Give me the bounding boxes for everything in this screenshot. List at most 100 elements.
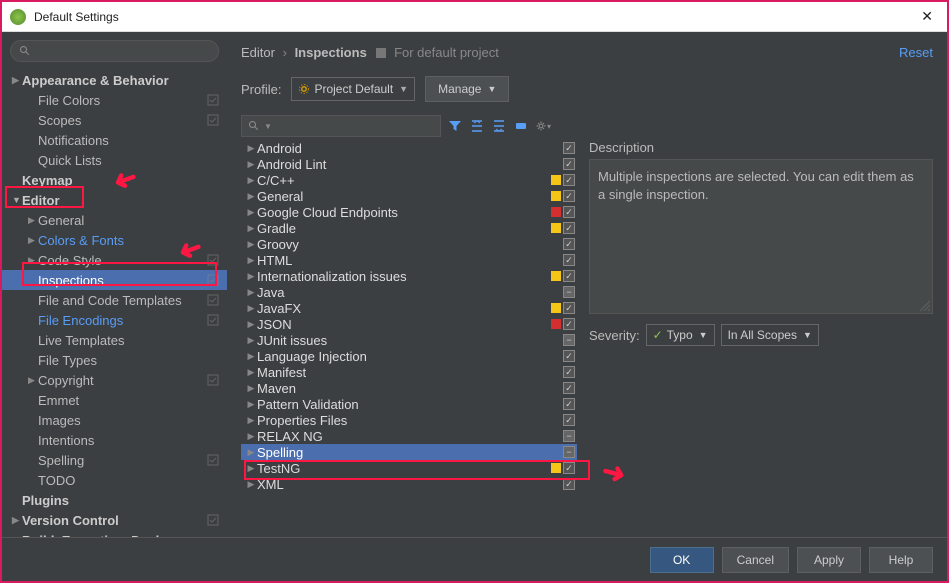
- sidebar-item-scopes[interactable]: Scopes: [2, 110, 227, 130]
- help-button[interactable]: Help: [869, 547, 933, 573]
- inspection-checkbox[interactable]: [563, 286, 575, 298]
- sidebar-item-editor[interactable]: ▼Editor: [2, 190, 227, 210]
- expand-all-icon[interactable]: [469, 118, 485, 134]
- sidebar-item-inspections[interactable]: Inspections: [2, 270, 227, 290]
- inspection-item-properties-files[interactable]: ▶Properties Files: [241, 412, 577, 428]
- inspection-item-java[interactable]: ▶Java: [241, 284, 577, 300]
- sidebar-item-images[interactable]: Images: [2, 410, 227, 430]
- inspection-checkbox[interactable]: [563, 174, 575, 186]
- reset-link[interactable]: Reset: [899, 45, 933, 60]
- inspection-checkbox[interactable]: [563, 398, 575, 410]
- chevron-down-icon: ▼: [803, 330, 812, 340]
- reset-defaults-icon[interactable]: [513, 118, 529, 134]
- inspection-item-language-injection[interactable]: ▶Language Injection: [241, 348, 577, 364]
- inspection-item-xml[interactable]: ▶XML: [241, 476, 577, 492]
- scope-select[interactable]: In All Scopes ▼: [721, 324, 819, 346]
- inspection-item-json[interactable]: ▶JSON: [241, 316, 577, 332]
- sidebar-item-intentions[interactable]: Intentions: [2, 430, 227, 450]
- manage-button[interactable]: Manage ▼: [425, 76, 509, 102]
- sidebar-item-appearance-behavior[interactable]: ▶Appearance & Behavior: [2, 70, 227, 90]
- sidebar-item-code-style[interactable]: ▶Code Style: [2, 250, 227, 270]
- profile-select[interactable]: Project Default ▼: [291, 77, 415, 101]
- inspection-checkbox[interactable]: [563, 206, 575, 218]
- chevron-down-icon: ▼: [264, 122, 272, 131]
- sidebar-item-colors-fonts[interactable]: ▶Colors & Fonts: [2, 230, 227, 250]
- filter-icon[interactable]: [447, 118, 463, 134]
- project-scope-icon: [207, 374, 219, 386]
- sidebar-item-plugins[interactable]: Plugins: [2, 490, 227, 510]
- inspection-checkbox[interactable]: [563, 350, 575, 362]
- inspection-item-html[interactable]: ▶HTML: [241, 252, 577, 268]
- scope-value: In All Scopes: [728, 328, 797, 342]
- ok-button[interactable]: OK: [650, 547, 714, 573]
- settings-gear-icon[interactable]: ▾: [535, 118, 551, 134]
- tree-arrow-icon: ▶: [245, 479, 257, 490]
- inspection-checkbox[interactable]: [563, 238, 575, 250]
- apply-button[interactable]: Apply: [797, 547, 861, 573]
- inspection-item-testng[interactable]: ▶TestNG: [241, 460, 577, 476]
- inspection-item-pattern-validation[interactable]: ▶Pattern Validation: [241, 396, 577, 412]
- sidebar-item-keymap[interactable]: Keymap: [2, 170, 227, 190]
- inspection-checkbox[interactable]: [563, 142, 575, 154]
- inspection-checkbox[interactable]: [563, 478, 575, 490]
- inspection-checkbox[interactable]: [563, 334, 575, 346]
- inspection-checkbox[interactable]: [563, 270, 575, 282]
- chevron-down-icon: ▼: [399, 84, 408, 94]
- inspection-item-maven[interactable]: ▶Maven: [241, 380, 577, 396]
- sidebar-item-file-colors[interactable]: File Colors: [2, 90, 227, 110]
- sidebar-item-file-and-code-templates[interactable]: File and Code Templates: [2, 290, 227, 310]
- close-icon[interactable]: ✕: [915, 8, 939, 25]
- sidebar-item-spelling[interactable]: Spelling: [2, 450, 227, 470]
- inspection-checkbox[interactable]: [563, 382, 575, 394]
- sidebar-item-label: Inspections: [38, 273, 104, 288]
- sidebar-item-live-templates[interactable]: Live Templates: [2, 330, 227, 350]
- severity-swatch: [551, 383, 561, 393]
- inspection-checkbox[interactable]: [563, 254, 575, 266]
- inspection-checkbox[interactable]: [563, 222, 575, 234]
- sidebar-item-version-control[interactable]: ▶Version Control: [2, 510, 227, 530]
- sidebar-item-general[interactable]: ▶General: [2, 210, 227, 230]
- severity-swatch: [551, 447, 561, 457]
- sidebar-item-label: Emmet: [38, 393, 79, 408]
- sidebar-item-todo[interactable]: TODO: [2, 470, 227, 490]
- sidebar-item-notifications[interactable]: Notifications: [2, 130, 227, 150]
- sidebar-item-emmet[interactable]: Emmet: [2, 390, 227, 410]
- sidebar-search-input[interactable]: [10, 40, 219, 62]
- tree-arrow-icon: ▶: [12, 515, 22, 526]
- inspection-item-junit-issues[interactable]: ▶JUnit issues: [241, 332, 577, 348]
- inspection-item-google-cloud-endpoints[interactable]: ▶Google Cloud Endpoints: [241, 204, 577, 220]
- inspection-item-gradle[interactable]: ▶Gradle: [241, 220, 577, 236]
- inspection-search-input[interactable]: ▼: [241, 115, 441, 137]
- inspection-item-spelling[interactable]: ▶Spelling: [241, 444, 577, 460]
- sidebar-item-file-encodings[interactable]: File Encodings: [2, 310, 227, 330]
- inspection-item-general[interactable]: ▶General: [241, 188, 577, 204]
- inspection-item-android[interactable]: ▶Android: [241, 140, 577, 156]
- inspection-item-c-c-[interactable]: ▶C/C++: [241, 172, 577, 188]
- inspection-label: Maven: [257, 381, 551, 396]
- inspection-item-manifest[interactable]: ▶Manifest: [241, 364, 577, 380]
- sidebar-item-file-types[interactable]: File Types: [2, 350, 227, 370]
- inspection-item-groovy[interactable]: ▶Groovy: [241, 236, 577, 252]
- sidebar-item-label: Plugins: [22, 493, 69, 508]
- inspection-checkbox[interactable]: [563, 414, 575, 426]
- inspection-item-relax-ng[interactable]: ▶RELAX NG: [241, 428, 577, 444]
- inspection-checkbox[interactable]: [563, 158, 575, 170]
- sidebar-item-build-execution-depl-[interactable]: ▶Build, Execution, Depl…: [2, 530, 227, 537]
- resize-grip-icon[interactable]: [920, 301, 930, 311]
- inspection-item-javafx[interactable]: ▶JavaFX: [241, 300, 577, 316]
- inspection-checkbox[interactable]: [563, 302, 575, 314]
- inspection-checkbox[interactable]: [563, 190, 575, 202]
- inspection-checkbox[interactable]: [563, 366, 575, 378]
- inspection-checkbox[interactable]: [563, 430, 575, 442]
- cancel-button[interactable]: Cancel: [722, 547, 789, 573]
- inspection-checkbox[interactable]: [563, 462, 575, 474]
- collapse-all-icon[interactable]: [491, 118, 507, 134]
- inspection-checkbox[interactable]: [563, 446, 575, 458]
- sidebar-item-quick-lists[interactable]: Quick Lists: [2, 150, 227, 170]
- tree-arrow-icon: ▶: [245, 335, 257, 346]
- severity-select[interactable]: ✓ Typo ▼: [646, 324, 715, 346]
- inspection-item-android-lint[interactable]: ▶Android Lint: [241, 156, 577, 172]
- sidebar-item-copyright[interactable]: ▶Copyright: [2, 370, 227, 390]
- inspection-item-internationalization-issues[interactable]: ▶Internationalization issues: [241, 268, 577, 284]
- inspection-checkbox[interactable]: [563, 318, 575, 330]
